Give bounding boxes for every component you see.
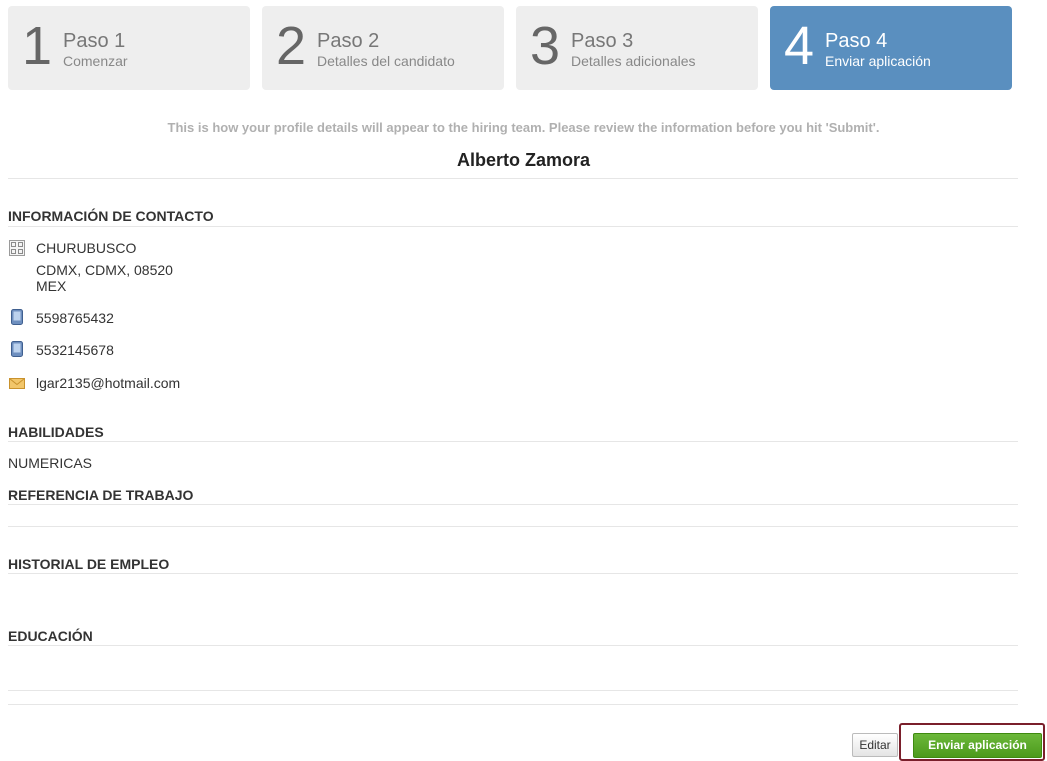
step-title: Paso 4 [825, 30, 888, 52]
divider [8, 178, 1018, 179]
address-icon [9, 240, 25, 256]
divider [8, 504, 1018, 505]
step-2[interactable]: 2 Paso 2 Detalles del candidato [262, 6, 504, 90]
contact-section-title: INFORMACIÓN DE CONTACTO [8, 208, 214, 224]
step-subtitle: Detalles adicionales [571, 53, 696, 69]
work-reference-section-title: REFERENCIA DE TRABAJO [8, 487, 194, 503]
review-instructions: This is how your profile details will ap… [167, 120, 880, 135]
step-subtitle: Detalles del candidato [317, 53, 455, 69]
address-line-1: CHURUBUSCO [36, 240, 137, 256]
divider [8, 226, 1018, 227]
phone-icon [11, 309, 23, 325]
envelope-icon [9, 378, 25, 389]
step-number: 2 [276, 16, 307, 76]
skills-section-title: HABILIDADES [8, 424, 104, 440]
step-3[interactable]: 3 Paso 3 Detalles adicionales [516, 6, 758, 90]
step-number: 4 [784, 16, 815, 76]
step-1[interactable]: 1 Paso 1 Comenzar [8, 6, 250, 90]
submit-application-button[interactable]: Enviar aplicación [913, 733, 1042, 758]
step-4-active[interactable]: 4 Paso 4 Enviar aplicación [770, 6, 1012, 90]
divider [8, 690, 1018, 691]
step-number: 3 [530, 16, 561, 76]
step-title: Paso 1 [63, 30, 126, 52]
divider [8, 441, 1018, 442]
step-title: Paso 3 [571, 30, 634, 52]
divider [8, 704, 1018, 705]
education-section-title: EDUCACIÓN [8, 628, 93, 644]
divider [8, 645, 1018, 646]
step-number: 1 [22, 16, 53, 76]
phone-icon [11, 341, 23, 357]
divider [8, 573, 1018, 574]
address-line-3: MEX [36, 278, 67, 294]
step-title: Paso 2 [317, 30, 380, 52]
phone-number: 5598765432 [36, 310, 114, 326]
skills-value: NUMERICAS [8, 455, 93, 471]
divider [8, 526, 1018, 527]
address-line-2: CDMX, CDMX, 08520 [36, 262, 173, 278]
step-subtitle: Enviar aplicación [825, 53, 931, 69]
step-subtitle: Comenzar [63, 53, 128, 69]
candidate-name: Alberto Zamora [456, 150, 591, 170]
email-address[interactable]: lgar2135@hotmail.com [36, 375, 180, 391]
employment-history-section-title: HISTORIAL DE EMPLEO [8, 556, 170, 572]
phone-number: 5532145678 [36, 342, 114, 358]
edit-button[interactable]: Editar [852, 733, 898, 757]
